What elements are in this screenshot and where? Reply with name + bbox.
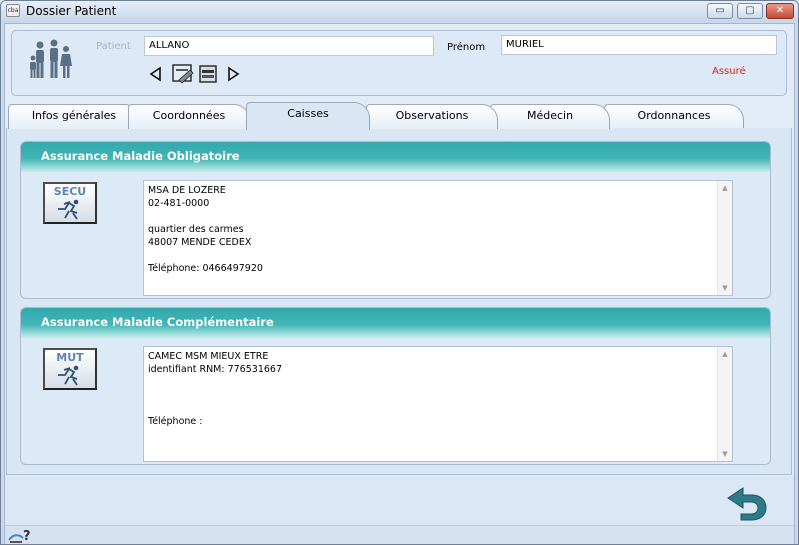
return-arrow-icon[interactable] [723,482,771,522]
running-figure-icon [58,365,79,386]
amc-section: Assurance Maladie Complémentaire MUT CAM… [20,307,771,465]
triangle-left-icon[interactable] [146,65,168,83]
minimize-button[interactable]: ▭ [707,3,733,19]
prenom-label: Prénom [447,42,486,53]
secu-card-label: SECU [53,185,87,198]
scroll-down-icon[interactable]: ▼ [718,281,732,295]
mut-card-icon[interactable]: MUT [43,348,97,390]
tab-medecin[interactable]: Médecin [490,104,610,129]
family-icon [30,39,72,78]
prenom-field[interactable]: MURIEL [501,35,777,55]
caisses-tab-content: Assurance Maladie Obligatoire SECU MSA D… [6,128,792,475]
help-icon[interactable]: ? [7,526,35,545]
scroll-up-icon[interactable]: ▲ [718,181,732,195]
secu-card-icon[interactable]: SECU [43,182,97,224]
svg-text:?: ? [23,529,31,544]
amo-details-textarea[interactable]: MSA DE LOZERE 02-481-0000 quartier des c… [143,180,733,296]
tab-observations[interactable]: Observations [366,104,498,129]
maximize-button[interactable]: ▢ [737,3,763,19]
amc-scrollbar[interactable]: ▲ ▼ [717,347,732,461]
card-reader-icon[interactable] [198,64,218,84]
client-area: Patient ALLANO Prénom MURIEL Assuré Info… [4,23,795,544]
amo-details-text: MSA DE LOZERE 02-481-0000 quartier des c… [148,185,263,274]
running-figure-icon [58,199,79,220]
title-bar[interactable]: cba Dossier Patient ▭ ▢ ✕ [1,1,798,22]
amo-section-title: Assurance Maladie Obligatoire [21,142,770,172]
amc-section-title: Assurance Maladie Complémentaire [21,308,770,338]
mut-card-label: MUT [56,351,84,364]
window-title: Dossier Patient [26,4,117,18]
tab-bar: Infos générales Coordonnées Caisses Obse… [8,102,793,130]
assure-status: Assuré [712,66,746,77]
status-bar: ? [5,525,794,544]
triangle-right-icon[interactable] [222,65,244,83]
tab-infos-generales[interactable]: Infos générales [8,104,140,129]
patient-label: Patient [96,41,131,52]
patient-header: Patient ALLANO Prénom MURIEL Assuré [11,30,787,96]
tab-caisses[interactable]: Caisses [246,102,370,130]
patient-name-field[interactable]: ALLANO [144,36,434,56]
amo-section: Assurance Maladie Obligatoire SECU MSA D… [20,141,771,299]
close-button[interactable]: ✕ [766,3,794,19]
dossier-patient-window: cba Dossier Patient ▭ ▢ ✕ Patient ALLANO… [0,0,799,545]
amo-scrollbar[interactable]: ▲ ▼ [717,181,732,295]
scroll-down-icon[interactable]: ▼ [718,447,732,461]
tab-coordonnees[interactable]: Coordonnées [128,104,250,129]
amc-details-textarea[interactable]: CAMEC MSM MIEUX ETRE identifiant RNM: 77… [143,346,733,462]
edit-card-icon[interactable] [171,62,195,84]
amc-details-text: CAMEC MSM MIEUX ETRE identifiant RNM: 77… [148,351,282,427]
tab-ordonnances[interactable]: Ordonnances [604,104,744,129]
scroll-up-icon[interactable]: ▲ [718,347,732,361]
app-icon: cba [6,4,20,17]
